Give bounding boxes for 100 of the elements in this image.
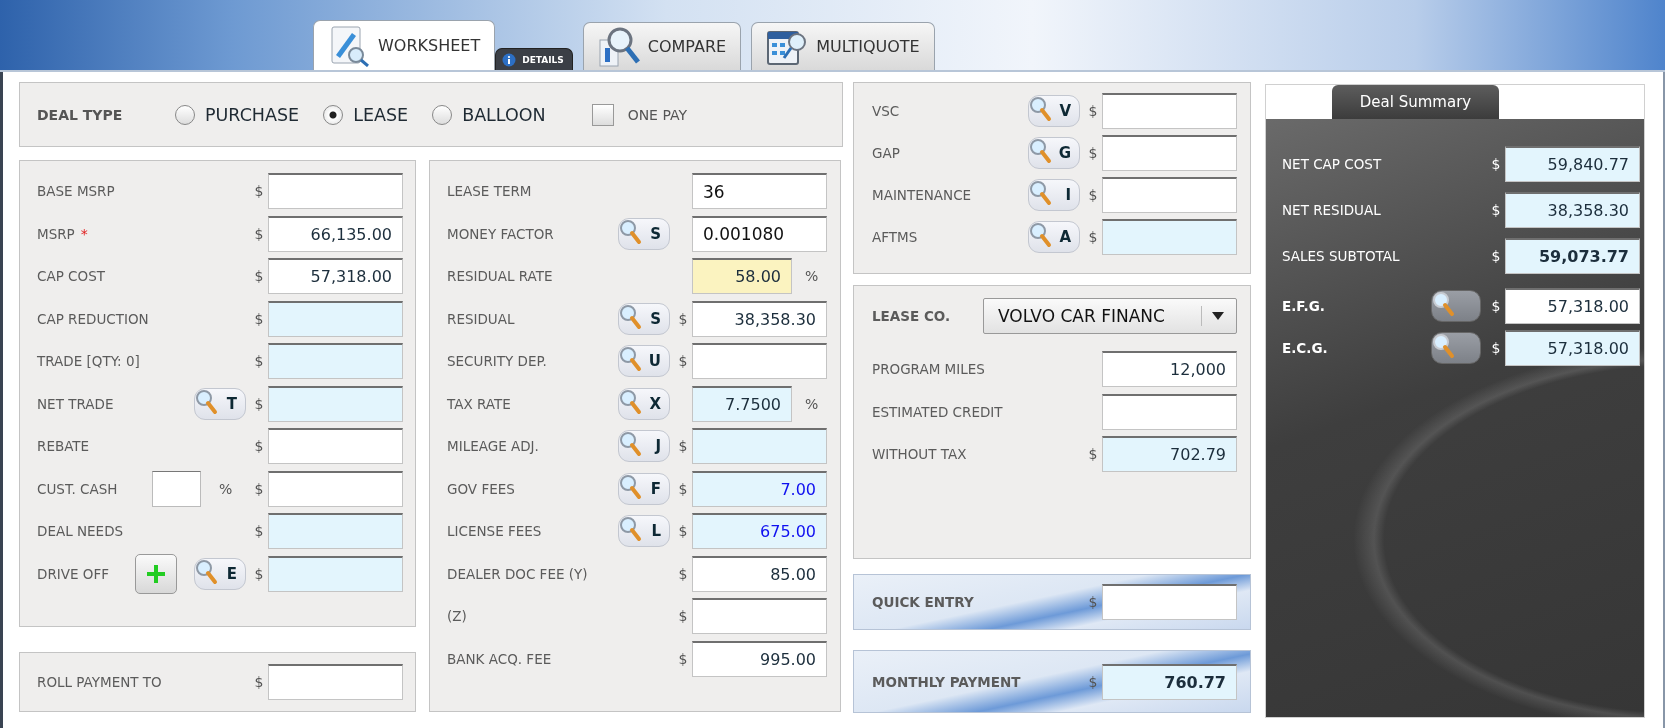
input-field[interactable]: 995.00	[692, 640, 827, 677]
lookup-button[interactable]: S	[618, 302, 670, 335]
input-field[interactable]	[268, 555, 403, 592]
lookup-button[interactable]	[1431, 332, 1481, 364]
input-field[interactable]	[268, 343, 403, 379]
input-field[interactable]: 66,135.00	[268, 215, 403, 252]
radio-label[interactable]: LEASE	[353, 104, 409, 125]
field-label: DEALER DOC FEE (Y)	[447, 565, 588, 582]
input-field[interactable]: 0.001080	[692, 215, 827, 252]
input-field[interactable]: 702.79	[1102, 436, 1237, 472]
input-field[interactable]	[1102, 219, 1237, 255]
radio-button[interactable]	[432, 104, 453, 125]
radio-label[interactable]: PURCHASE	[205, 104, 300, 125]
input-field[interactable]	[268, 428, 403, 464]
dropdown[interactable]: VOLVO CAR FINANC	[983, 298, 1237, 334]
field-label: NET TRADE	[37, 395, 114, 412]
input-field[interactable]: 85.00	[692, 555, 827, 592]
lookup-button[interactable]: A	[1028, 221, 1080, 253]
lookup-button[interactable]: X	[618, 387, 670, 420]
input-field[interactable]: 57,318.00	[1505, 330, 1640, 366]
radio-button[interactable]	[175, 104, 195, 125]
input-field[interactable]	[1102, 584, 1237, 620]
search-icon	[619, 346, 643, 372]
currency-sign: $	[253, 353, 265, 369]
plus-icon	[146, 563, 166, 584]
field-label: CAP REDUCTION	[37, 310, 149, 327]
input-field[interactable]: 57,318.00	[1505, 288, 1640, 324]
field-label: AFTMS	[872, 229, 918, 245]
field-label: BANK ACQ. FEE	[447, 650, 552, 667]
field-label: NET CAP COST	[1282, 156, 1382, 172]
checkbox[interactable]	[591, 103, 614, 126]
checkbox-label[interactable]: ONE PAY	[627, 106, 687, 123]
input-field[interactable]	[692, 598, 827, 634]
info-icon	[502, 52, 517, 67]
currency-sign: $	[1490, 248, 1502, 264]
search-icon	[1029, 222, 1053, 248]
input-field[interactable]	[692, 428, 827, 464]
field-label: LEASE TERM	[447, 183, 532, 199]
deal-summary-tab[interactable]: Deal Summary	[1332, 85, 1499, 119]
field-label: (Z)	[447, 608, 467, 624]
input-field[interactable]	[268, 173, 403, 209]
input-field[interactable]: 58.00	[692, 258, 792, 294]
lookup-button[interactable]: U	[618, 345, 670, 377]
tab[interactable]: MULTIQUOTE	[751, 22, 935, 70]
lookup-button[interactable]: V	[1028, 95, 1080, 127]
radio-button[interactable]	[323, 104, 344, 125]
input-field[interactable]	[268, 385, 403, 422]
input-field[interactable]	[1102, 93, 1237, 129]
input-field[interactable]: 59,840.77	[1505, 146, 1640, 182]
currency-sign: $	[1087, 145, 1099, 161]
input-field[interactable]	[268, 664, 403, 700]
currency-sign: $	[1490, 298, 1502, 314]
input-field[interactable]	[692, 343, 827, 379]
search-icon	[195, 388, 219, 415]
input-field[interactable]	[268, 300, 403, 337]
add-button[interactable]	[135, 553, 177, 594]
lookup-button[interactable]: S	[618, 217, 670, 250]
input-field[interactable]: 7.00	[692, 470, 827, 507]
lookup-button[interactable]: I	[1028, 179, 1080, 211]
field-label: SECURITY DEP.	[447, 353, 547, 369]
input-field[interactable]	[1102, 393, 1237, 430]
lookup-button[interactable]: F	[618, 472, 670, 505]
tab[interactable]: DETAILS	[495, 48, 573, 70]
field-label: VSC	[872, 103, 900, 119]
lookup-button[interactable]	[1431, 290, 1481, 322]
input-field[interactable]	[268, 470, 403, 507]
input-field[interactable]: 12,000	[1102, 351, 1237, 387]
lookup-button[interactable]: G	[1028, 137, 1080, 169]
radio-label[interactable]: BALLOON	[462, 104, 546, 125]
field-label: MILEAGE ADJ.	[447, 438, 539, 454]
input-field[interactable]: 675.00	[692, 513, 827, 549]
lookup-button[interactable]: L	[618, 515, 670, 547]
search-icon	[619, 303, 643, 330]
currency-sign: $	[677, 565, 689, 582]
currency-sign: $	[1087, 446, 1099, 462]
currency-sign: $	[677, 608, 689, 624]
lookup-button[interactable]: E	[194, 557, 246, 590]
input-field[interactable]: 760.77	[1102, 663, 1237, 700]
input-field[interactable]: 7.7500	[692, 385, 792, 422]
lookup-button[interactable]: J	[618, 430, 670, 462]
input-field[interactable]	[1102, 177, 1237, 213]
currency-sign: $	[253, 183, 265, 199]
currency-sign: $	[1087, 673, 1099, 690]
tab[interactable]: WORKSHEET	[313, 20, 496, 70]
percent-sign: %	[805, 395, 819, 412]
lookup-button[interactable]: T	[194, 387, 246, 420]
input-field[interactable]	[1102, 135, 1237, 171]
input-field[interactable]: 36	[692, 173, 827, 209]
search-icon	[195, 558, 219, 585]
currency-sign: $	[253, 565, 265, 582]
input-field[interactable]	[152, 470, 201, 507]
currency-sign: $	[1490, 202, 1502, 218]
field-label: MSRP	[37, 225, 75, 242]
input-field[interactable]: 38,358.30	[692, 300, 827, 337]
input-field[interactable]: 57,318.00	[268, 258, 403, 294]
field-label: GOV FEES	[447, 480, 515, 497]
input-field[interactable]: 38,358.30	[1505, 192, 1640, 228]
input-field[interactable]	[268, 513, 403, 549]
input-field[interactable]: 59,073.77	[1505, 238, 1640, 274]
tab[interactable]: COMPARE	[582, 22, 742, 70]
